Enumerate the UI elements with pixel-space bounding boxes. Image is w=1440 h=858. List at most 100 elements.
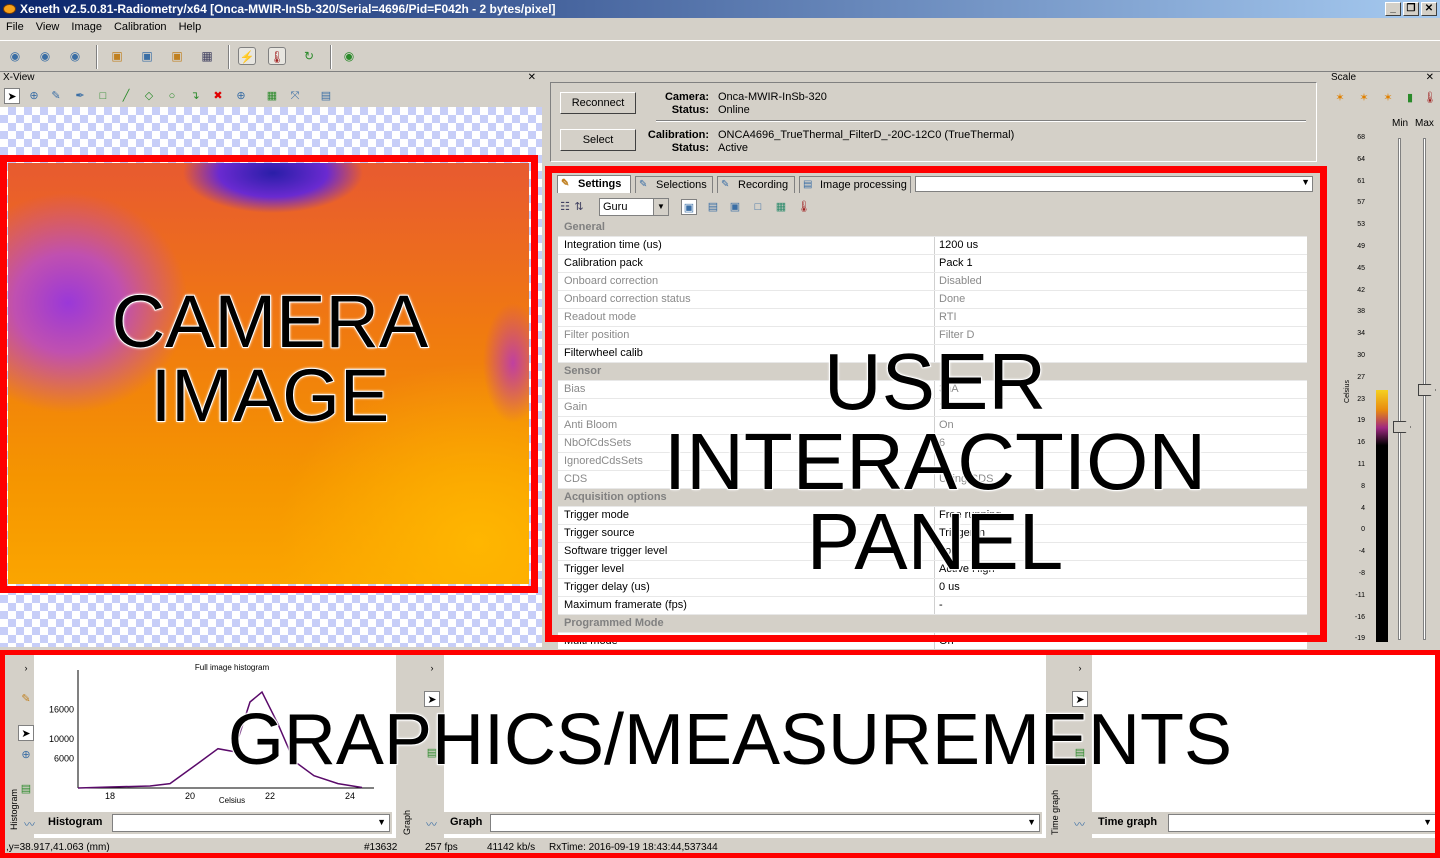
snapshot-icon[interactable]: ▦ xyxy=(198,47,216,65)
status-fps: 257 fps xyxy=(425,842,458,853)
property-row[interactable]: Readout mode RTI xyxy=(558,309,1309,327)
histogram-dropdown[interactable]: ▼ xyxy=(112,814,390,832)
pointer-icon[interactable]: ➤ xyxy=(4,88,20,104)
save-icon[interactable]: ▣ xyxy=(138,47,156,65)
property-value[interactable]: - xyxy=(934,597,1308,614)
tab-dropdown[interactable]: ▼ xyxy=(915,176,1313,192)
document-icon[interactable]: ▤ xyxy=(705,199,721,215)
image-icon[interactable]: ▦ xyxy=(773,199,789,215)
select-button[interactable]: Select xyxy=(560,129,636,151)
scale-tick: 53 xyxy=(1357,221,1365,229)
min-slider[interactable] xyxy=(1398,138,1401,640)
close-button[interactable]: ✕ xyxy=(1421,2,1437,16)
frame-icon[interactable]: □ xyxy=(750,199,766,215)
scale-min-icon[interactable]: ✶ xyxy=(1356,90,1372,106)
temperature-icon[interactable]: 🌡 xyxy=(796,199,812,215)
polyline-icon[interactable]: ↴ xyxy=(187,88,203,104)
zoom-fit-icon[interactable]: ⊕ xyxy=(233,88,249,104)
refresh-icon[interactable]: ↻ xyxy=(300,47,318,65)
property-value[interactable]: Pack 1 xyxy=(934,255,1308,272)
property-name: Multi mode xyxy=(564,635,618,647)
property-row[interactable]: Integration time (us) 1200 us xyxy=(558,237,1309,255)
tab-image-processing[interactable]: ▤ Image processing xyxy=(799,176,911,193)
calibrate-icon[interactable]: ⚡ xyxy=(238,47,256,65)
delete-icon[interactable]: ✖ xyxy=(210,88,226,104)
menu-file[interactable]: File xyxy=(0,18,30,33)
stop-icon[interactable]: ◉ xyxy=(36,47,54,65)
level-select[interactable]: Guru ▼ xyxy=(599,198,669,216)
menu-view[interactable]: View xyxy=(30,18,66,33)
timegraph-footer: 〰 Time graph ▼ xyxy=(1068,812,1438,834)
settings-tabs: ✎ Settings ✎ Selections ✎ Recording ▤ Image … xyxy=(555,175,1315,193)
calibration-label: Calibration: xyxy=(647,129,709,141)
open-icon[interactable]: ▣ xyxy=(108,47,126,65)
property-toolbar: ☷ ⇅ ▣ ▤ ▣ □ ▦ 🌡 xyxy=(557,196,1313,218)
property-category[interactable]: Programmed Mode xyxy=(558,615,1309,633)
fill-icon[interactable]: ▦ xyxy=(264,88,280,104)
globe-icon[interactable]: ◉ xyxy=(340,47,358,65)
property-row[interactable]: Onboard correction status Done xyxy=(558,291,1309,309)
scale-ticks: 68 64 61 57 53 49 45 42 38 34 30 27 23 19 16 11 8 4 0 -4 -8 -… xyxy=(1345,134,1365,644)
camera-label: Camera: xyxy=(664,91,709,103)
thermometer-icon[interactable]: 🌡 xyxy=(268,47,286,65)
graph-dropdown[interactable]: ▼ xyxy=(490,814,1040,832)
menu-image[interactable]: Image xyxy=(65,18,108,33)
tab-selections[interactable]: ✎ Selections xyxy=(635,176,713,193)
scale-temp-icon[interactable]: 🌡 xyxy=(1422,90,1438,106)
tab-recording[interactable]: ✎ Recording xyxy=(717,176,795,193)
property-row[interactable]: Onboard correction Disabled xyxy=(558,273,1309,291)
scale-tick: -4 xyxy=(1358,548,1365,556)
timegraph-dropdown[interactable]: ▼ xyxy=(1168,814,1436,832)
line-icon[interactable]: ╱ xyxy=(118,88,134,104)
scale-max-icon[interactable]: ✶ xyxy=(1380,90,1396,106)
expand-icon[interactable]: › xyxy=(424,660,440,676)
property-value[interactable]: 1200 us xyxy=(934,237,1308,254)
xview-close-icon[interactable]: ✕ xyxy=(528,72,536,83)
palette-icon[interactable]: ▮ xyxy=(1402,90,1418,106)
scale-tick: 0 xyxy=(1361,526,1365,534)
save-settings-icon[interactable]: ▣ xyxy=(727,199,743,215)
picker-icon[interactable]: ✒ xyxy=(72,88,88,104)
property-category[interactable]: General xyxy=(558,219,1309,237)
property-value[interactable]: On xyxy=(934,633,1308,649)
property-value[interactable]: Done xyxy=(934,291,1308,308)
histogram-x-label: Celsius xyxy=(219,796,245,805)
polygon-icon[interactable]: ◇ xyxy=(141,88,157,104)
camera-image-overlay: CAMERA IMAGE xyxy=(111,280,430,437)
auto-scale-icon[interactable]: ✶ xyxy=(1332,90,1348,106)
zoom-icon[interactable]: ⊕ xyxy=(26,88,42,104)
property-row[interactable]: Maximum framerate (fps) - xyxy=(558,597,1309,615)
histogram-pointer-icon[interactable]: ➤ xyxy=(18,725,34,741)
image-processing-tab-icon: ▤ xyxy=(803,179,813,190)
property-row[interactable]: Multi mode On xyxy=(558,633,1309,649)
status-rate: 41142 kb/s xyxy=(487,842,536,853)
edit-icon[interactable]: ✎ xyxy=(18,691,34,707)
fullscreen-icon[interactable]: ⤧ xyxy=(287,88,303,104)
rectangle-icon[interactable]: □ xyxy=(95,88,111,104)
expand-icon[interactable]: › xyxy=(18,660,34,676)
pause-icon[interactable]: ◉ xyxy=(66,47,84,65)
property-row[interactable]: Calibration pack Pack 1 xyxy=(558,255,1309,273)
menu-help[interactable]: Help xyxy=(173,18,208,33)
histogram-zoom-icon[interactable]: ⊕ xyxy=(18,747,34,763)
window-icon[interactable]: ▤ xyxy=(318,88,334,104)
maximize-button[interactable]: ❐ xyxy=(1403,2,1419,16)
minimize-button[interactable]: _ xyxy=(1385,2,1401,16)
pan-icon[interactable]: ✎ xyxy=(48,88,64,104)
tab-settings[interactable]: ✎ Settings xyxy=(557,175,631,193)
ellipse-icon[interactable]: ○ xyxy=(164,88,180,104)
sort-alpha-icon[interactable]: ⇅ xyxy=(571,199,587,215)
scale-close-icon[interactable]: ✕ xyxy=(1426,72,1434,83)
expand-icon[interactable]: › xyxy=(1072,660,1088,676)
reconnect-button[interactable]: Reconnect xyxy=(560,92,636,114)
app-icon xyxy=(3,4,16,14)
property-value[interactable]: RTI xyxy=(934,309,1308,326)
export-icon[interactable]: ▣ xyxy=(168,47,186,65)
histogram-export-icon[interactable]: ▤ xyxy=(18,781,34,797)
camera-icon[interactable]: ▣ xyxy=(681,199,697,215)
property-value[interactable]: Disabled xyxy=(934,273,1308,290)
play-icon[interactable]: ◉ xyxy=(6,47,24,65)
calibration-value: ONCA4696_TrueThermal_FilterD_-20C-12C0 (… xyxy=(718,129,1015,141)
main-toolbar: ◉ ◉ ◉ ▣ ▣ ▣ ▦ ⚡ 🌡 ↻ ◉ xyxy=(0,40,1440,72)
menu-calibration[interactable]: Calibration xyxy=(108,18,173,33)
